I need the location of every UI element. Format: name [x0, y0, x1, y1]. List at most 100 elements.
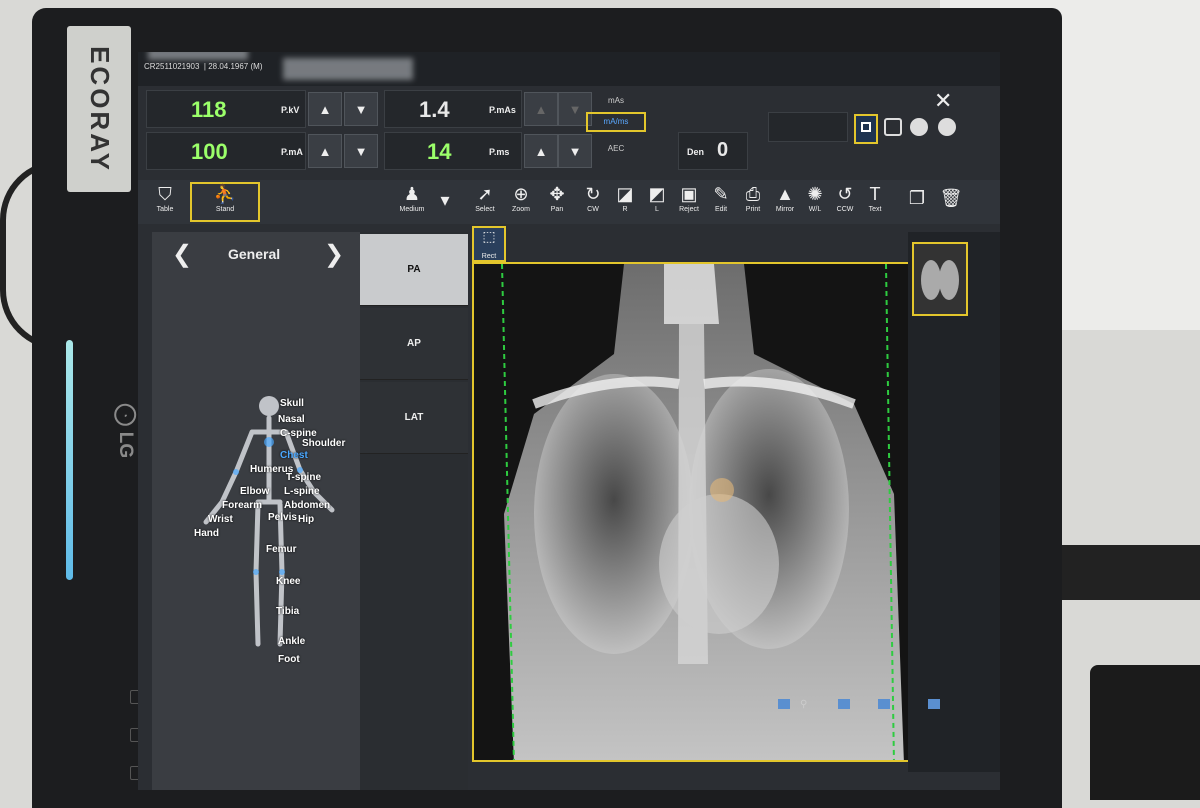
close-icon[interactable]: ✕ [934, 88, 952, 114]
tool-pan[interactable]: ✥ Pan [542, 184, 572, 213]
option-button[interactable] [938, 118, 956, 136]
anatomy-part[interactable]: Foot [278, 654, 300, 665]
mode-mams-option[interactable]: mA/ms [586, 112, 646, 132]
toolbar: ⛉ Table ⛹ Stand ♟ Medium ▾ ➚ Select ⊕ Zoom ✥ P… [138, 180, 1000, 224]
anatomy-part[interactable]: Abdomen [284, 500, 330, 511]
tool-print[interactable]: ⎙ Print [738, 184, 768, 213]
chevron-left-icon[interactable]: ❮ [172, 240, 192, 269]
arrow-up-icon: ▲ [318, 143, 332, 159]
anatomy-part[interactable]: T-spine [286, 472, 321, 483]
anatomy-part[interactable]: L-spine [284, 486, 320, 497]
stand-button[interactable]: ⛹ Stand [190, 182, 260, 222]
square-icon [861, 122, 871, 132]
tool-edit[interactable]: ✎ Edit [706, 184, 736, 213]
tool-cw[interactable]: ↻ CW [578, 184, 608, 213]
title-bar: CR2511021903 | 28.04.1967 (M) [138, 52, 1000, 86]
copy-button[interactable]: ❐ [902, 188, 932, 208]
kv-value: 118 [191, 97, 227, 122]
tool-label: L [655, 206, 659, 213]
anatomy-part[interactable]: Wrist [208, 514, 233, 525]
anatomy-part[interactable]: Forearm [222, 500, 262, 511]
anatomy-part-selected[interactable]: Chest [280, 450, 308, 461]
lg-logo-icon: ◔ [114, 403, 137, 426]
tool-ccw[interactable]: ↺ CCW [830, 184, 860, 213]
anatomy-part[interactable]: Skull [280, 398, 304, 409]
kv-down-button[interactable]: ▼ [344, 92, 378, 126]
zoom-icon: ⊕ [513, 184, 529, 204]
image-viewer[interactable] [472, 262, 910, 762]
anatomy-part[interactable]: Knee [276, 576, 300, 587]
stand-label: Stand [215, 206, 235, 213]
screen: CR2511021903 | 28.04.1967 (M) ✕ 118 P.kV… [138, 52, 1000, 790]
size-selector[interactable]: ♟ Medium [392, 184, 432, 213]
tool-r[interactable]: ◪ R [610, 184, 640, 213]
rotate-cw-icon: ↻ [585, 184, 601, 204]
rotate-ccw-icon: ↺ [837, 184, 853, 204]
mode-aec-option[interactable]: AEC [588, 144, 644, 153]
ma-unit: P.mA [281, 147, 303, 157]
delete-button[interactable]: 🗑 [936, 188, 966, 208]
ma-up-button[interactable]: ▲ [308, 134, 342, 168]
anatomy-part[interactable]: Tibia [276, 606, 299, 617]
arrow-up-icon: ▲ [534, 101, 548, 117]
option-button[interactable] [884, 118, 902, 136]
cursor-icon: ➚ [477, 184, 493, 204]
mas-up-button[interactable]: ▲ [524, 92, 558, 126]
arrow-down-icon: ▼ [568, 101, 582, 117]
size-dropdown-button[interactable]: ▾ [430, 190, 460, 210]
anatomy-part[interactable]: Hip [298, 514, 314, 525]
marker-l-icon: ◩ [648, 184, 666, 204]
thumbnail-image[interactable] [912, 242, 968, 316]
option-button[interactable] [910, 118, 928, 136]
view-ap-button[interactable]: AP [360, 308, 468, 380]
tool-text[interactable]: T Text [860, 184, 890, 213]
ms-down-button[interactable]: ▼ [558, 134, 592, 168]
kv-unit: P.kV [281, 105, 300, 115]
kv-up-button[interactable]: ▲ [308, 92, 342, 126]
mas-value: 1.4 [419, 97, 450, 122]
anatomy-part[interactable]: Femur [266, 544, 297, 555]
anatomy-part[interactable]: Hand [194, 528, 219, 539]
printer-icon: ⎙ [745, 184, 761, 204]
ma-panel: 100 P.mA [146, 132, 306, 170]
storage-icon [778, 699, 790, 709]
density-label: Den [687, 147, 705, 157]
anatomy-part[interactable]: Shoulder [302, 438, 345, 449]
mode-mas-option[interactable]: mAs [588, 96, 644, 105]
tool-label: CCW [836, 206, 854, 213]
monitor-stand-base [1090, 665, 1200, 800]
window-level-icon: ✺ [807, 184, 823, 204]
ms-up-button[interactable]: ▲ [524, 134, 558, 168]
table-icon: ⛉ [158, 184, 172, 204]
table-button[interactable]: ⛉ Table [150, 184, 180, 213]
tool-mirror[interactable]: ▲ Mirror [770, 184, 800, 213]
chevron-right-icon[interactable]: ❯ [324, 240, 344, 269]
anatomy-part[interactable]: Nasal [278, 414, 305, 425]
tool-zoom[interactable]: ⊕ Zoom [506, 184, 536, 213]
tool-label: Select [475, 206, 495, 213]
tool-label: CW [587, 206, 599, 213]
thumbnail-xray [914, 244, 966, 314]
tool-select[interactable]: ➚ Select [470, 184, 500, 213]
ms-value: 14 [427, 139, 452, 164]
view-lat-button[interactable]: LAT [360, 382, 468, 454]
tool-label: R [622, 206, 628, 213]
tool-wl[interactable]: ✺ W/L [800, 184, 830, 213]
rect-roi-button[interactable]: ⬚ Rect [472, 226, 506, 262]
anatomy-part[interactable]: Ankle [278, 636, 305, 647]
option-selected-button[interactable] [854, 114, 878, 144]
anatomy-part[interactable]: Pelvis [268, 512, 297, 523]
ma-down-button[interactable]: ▼ [344, 134, 378, 168]
network-icon [838, 699, 850, 709]
maker-name: LG [115, 431, 137, 459]
anatomy-part[interactable]: Elbow [240, 486, 269, 497]
tool-reject[interactable]: ▣ Reject [674, 184, 704, 213]
view-pa-button[interactable]: PA [360, 234, 468, 306]
mirror-icon: ▲ [776, 184, 794, 204]
mas-unit: P.mAs [489, 105, 516, 115]
anatomy-panel: ❮ General ❯ Skull Nasal C-spine Shoulder… [152, 232, 360, 790]
patient-id: CR2511021903 [144, 62, 200, 71]
patient-info: CR2511021903 | 28.04.1967 (M) [144, 62, 263, 71]
redacted-tab [283, 58, 413, 80]
tool-l[interactable]: ◩ L [642, 184, 672, 213]
